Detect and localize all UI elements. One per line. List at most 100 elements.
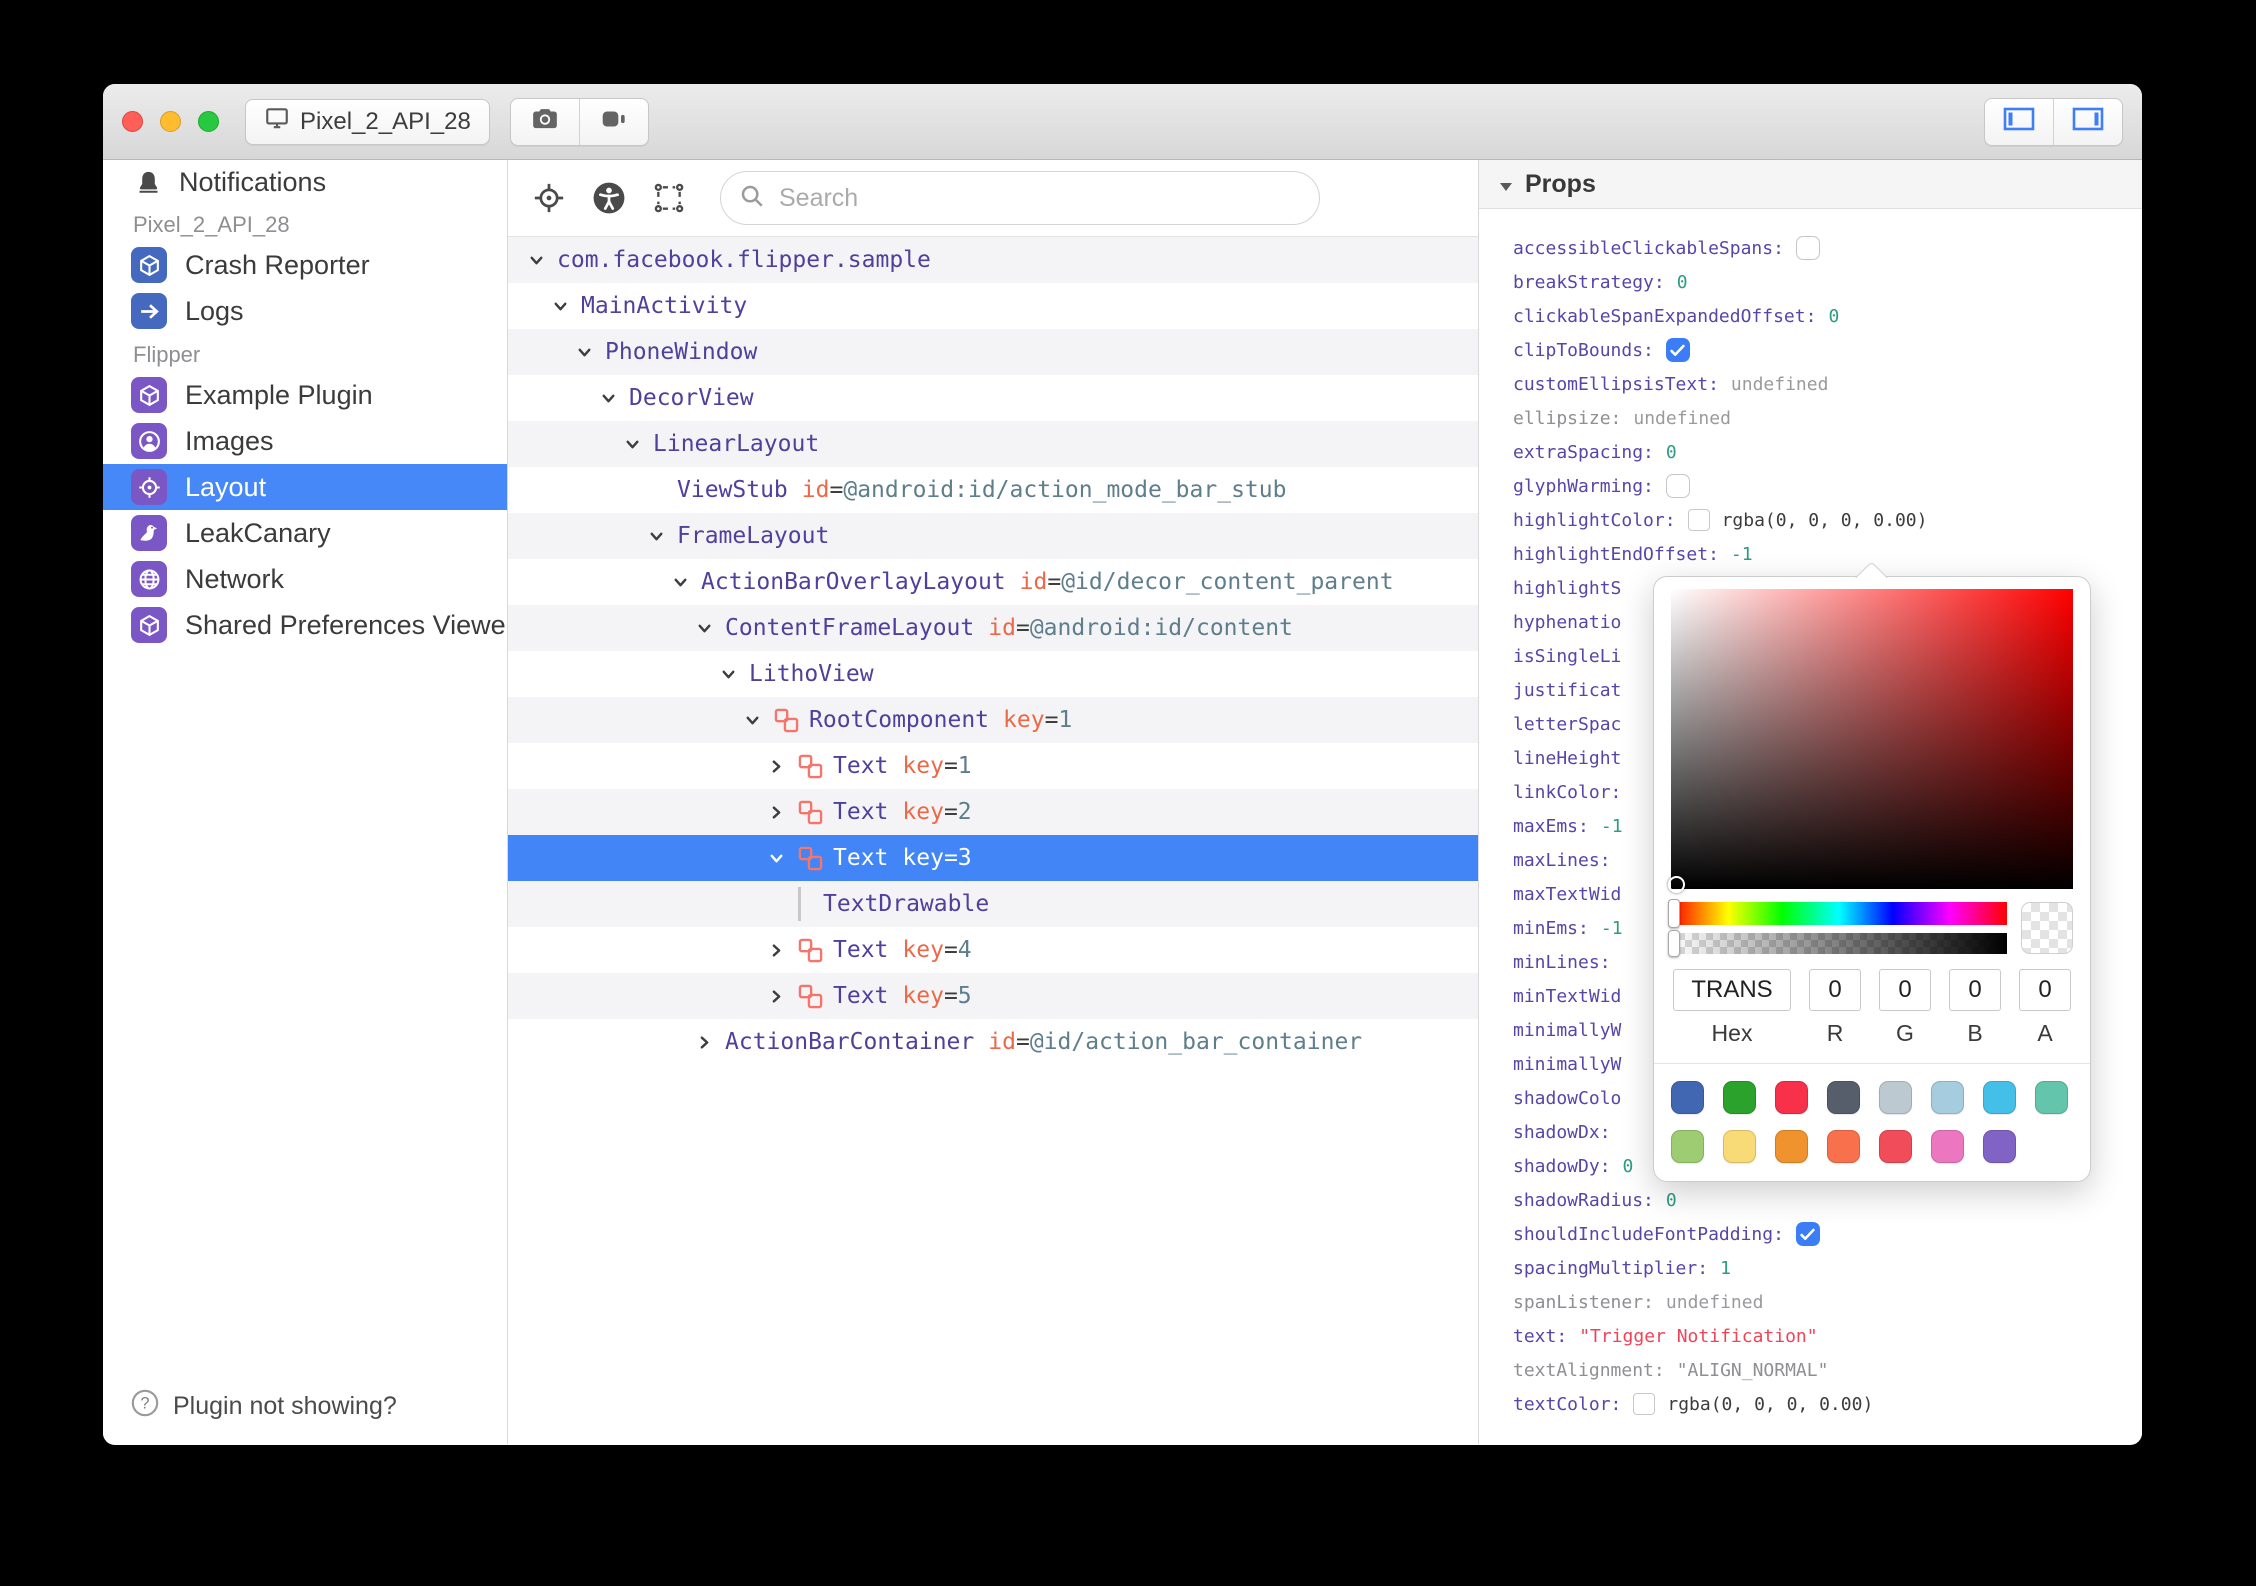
select-element-icon[interactable] xyxy=(652,181,686,215)
tree-node-contentframelayout[interactable]: ContentFrameLayout id=@android:id/content xyxy=(508,605,1478,651)
prop-checkbox[interactable] xyxy=(1665,474,1690,498)
tree-node-name: Text xyxy=(833,983,889,1009)
tree-node-framelayout[interactable]: FrameLayout xyxy=(508,513,1478,559)
chevron-right-icon[interactable] xyxy=(764,758,788,775)
sidebar-section-label: Flipper xyxy=(133,342,201,367)
close-button[interactable] xyxy=(122,111,143,132)
target-mode-icon[interactable] xyxy=(532,181,566,215)
alpha-input[interactable] xyxy=(2019,969,2071,1011)
chevron-down-icon[interactable] xyxy=(644,528,668,545)
sidebar-item-layout[interactable]: Layout xyxy=(103,464,507,510)
color-swatch[interactable] xyxy=(1983,1130,2016,1163)
prop-checkbox[interactable] xyxy=(1795,236,1820,260)
tree-node-rootcomponent[interactable]: RootComponent key=1 xyxy=(508,697,1478,743)
chevron-down-icon[interactable] xyxy=(620,436,644,453)
prop-color-chip[interactable] xyxy=(1633,1393,1656,1415)
plugin-not-showing-link[interactable]: ? Plugin not showing? xyxy=(131,1389,397,1424)
color-swatch[interactable] xyxy=(1931,1130,1964,1163)
color-swatch[interactable] xyxy=(1827,1081,1860,1114)
toggle-right-panel-button[interactable] xyxy=(2053,98,2122,145)
tree-node-text[interactable]: Text key=1 xyxy=(508,743,1478,789)
tree-node-name: PhoneWindow xyxy=(605,339,758,365)
sidebar-item-crash-reporter[interactable]: Crash Reporter xyxy=(103,242,507,288)
color-swatch[interactable] xyxy=(1983,1081,2016,1114)
color-swatch[interactable] xyxy=(1723,1081,1756,1114)
tree-node-name: FrameLayout xyxy=(677,523,830,549)
tree-node-name: ViewStub xyxy=(677,477,788,503)
tree-node-text[interactable]: Text key=4 xyxy=(508,927,1478,973)
prop-row-cliptobounds: clipToBounds: xyxy=(1513,333,2142,367)
saturation-marker[interactable] xyxy=(1668,876,1685,893)
prop-checkbox[interactable] xyxy=(1795,1222,1820,1246)
tree-node-viewstub[interactable]: ViewStub id=@android:id/action_mode_bar_s… xyxy=(508,467,1478,513)
color-swatch[interactable] xyxy=(1879,1081,1912,1114)
sidebar-item-notifications[interactable]: Notifications xyxy=(103,160,507,204)
tree-node-com-facebook-flipper-sample[interactable]: com.facebook.flipper.sample xyxy=(508,237,1478,283)
tree-node-phonewindow[interactable]: PhoneWindow xyxy=(508,329,1478,375)
color-swatch[interactable] xyxy=(1671,1130,1704,1163)
chevron-down-icon[interactable] xyxy=(668,574,692,591)
tree-node-text[interactable]: Text key=5 xyxy=(508,973,1478,1019)
chevron-down-icon[interactable] xyxy=(548,298,572,315)
alpha-slider-handle[interactable] xyxy=(1668,930,1680,957)
tree-node-text[interactable]: Text key=3 xyxy=(508,835,1478,881)
chevron-down-icon[interactable] xyxy=(596,390,620,407)
color-swatch[interactable] xyxy=(2035,1081,2068,1114)
tree-node-linearlayout[interactable]: LinearLayout xyxy=(508,421,1478,467)
tree-node-lithoview[interactable]: LithoView xyxy=(508,651,1478,697)
saturation-area[interactable] xyxy=(1668,589,2073,893)
chevron-down-icon[interactable] xyxy=(524,252,548,269)
chevron-right-icon[interactable] xyxy=(764,804,788,821)
toggle-left-panel-button[interactable] xyxy=(1985,99,2053,145)
blue-input[interactable] xyxy=(1949,969,2001,1011)
chevron-down-icon[interactable] xyxy=(764,850,788,867)
chevron-down-icon[interactable] xyxy=(740,712,764,729)
color-swatch[interactable] xyxy=(1879,1130,1912,1163)
bell-icon xyxy=(133,169,163,196)
chevron-down-icon[interactable] xyxy=(716,666,740,683)
sidebar-item-logs[interactable]: Logs xyxy=(103,288,507,334)
chevron-right-icon[interactable] xyxy=(692,1034,716,1051)
accessibility-icon[interactable] xyxy=(592,181,626,215)
zoom-button[interactable] xyxy=(198,111,219,132)
device-selector-button[interactable]: Pixel_2_API_28 xyxy=(245,98,490,145)
prop-color-chip[interactable] xyxy=(1687,509,1710,531)
minimize-button[interactable] xyxy=(160,111,181,132)
tree-node-textdrawable[interactable]: TextDrawable xyxy=(508,881,1478,927)
color-swatch[interactable] xyxy=(1723,1130,1756,1163)
screenshot-button[interactable] xyxy=(511,99,579,145)
green-input[interactable] xyxy=(1879,969,1931,1011)
chevron-right-icon[interactable] xyxy=(764,942,788,959)
red-input[interactable] xyxy=(1809,969,1861,1011)
hex-input[interactable] xyxy=(1673,969,1791,1011)
hue-slider[interactable] xyxy=(1668,899,2007,928)
prop-key: shadowDy: xyxy=(1513,1155,1611,1177)
color-swatch[interactable] xyxy=(1671,1081,1704,1114)
sidebar-item-shared-preferences-viewer[interactable]: Shared Preferences Viewer xyxy=(103,602,507,648)
hue-slider-handle[interactable] xyxy=(1668,899,1680,928)
color-swatch[interactable] xyxy=(1775,1081,1808,1114)
color-swatch[interactable] xyxy=(1931,1081,1964,1114)
tree-node-actionbaroverlaylayout[interactable]: ActionBarOverlayLayout id=@id/decor_conte… xyxy=(508,559,1478,605)
sidebar-section-label: Pixel_2_API_28 xyxy=(133,212,290,237)
prop-checkbox[interactable] xyxy=(1665,338,1690,362)
screen-record-button[interactable] xyxy=(578,98,648,145)
sidebar-item-network[interactable]: Network xyxy=(103,556,507,602)
chevron-right-icon[interactable] xyxy=(764,988,788,1005)
tree-node-decorview[interactable]: DecorView xyxy=(508,375,1478,421)
color-swatch[interactable] xyxy=(1827,1130,1860,1163)
tree-node-actionbarcontainer[interactable]: ActionBarContainer id=@id/action_bar_cont… xyxy=(508,1019,1478,1065)
prop-row-text: text: "Trigger Notification" xyxy=(1513,1319,2142,1353)
alpha-slider[interactable] xyxy=(1668,930,2007,957)
search-bar[interactable] xyxy=(720,171,1320,225)
tree-node-mainactivity[interactable]: MainActivity xyxy=(508,283,1478,329)
sidebar-item-leakcanary[interactable]: LeakCanary xyxy=(103,510,507,556)
tree-node-text[interactable]: Text key=2 xyxy=(508,789,1478,835)
sidebar-item-images[interactable]: Images xyxy=(103,418,507,464)
search-input[interactable] xyxy=(777,182,1301,214)
color-swatch[interactable] xyxy=(1775,1130,1808,1163)
sidebar-item-example-plugin[interactable]: Example Plugin xyxy=(103,372,507,418)
chevron-down-icon[interactable] xyxy=(572,344,596,361)
props-header[interactable]: Props xyxy=(1479,160,2142,209)
chevron-down-icon[interactable] xyxy=(692,620,716,637)
